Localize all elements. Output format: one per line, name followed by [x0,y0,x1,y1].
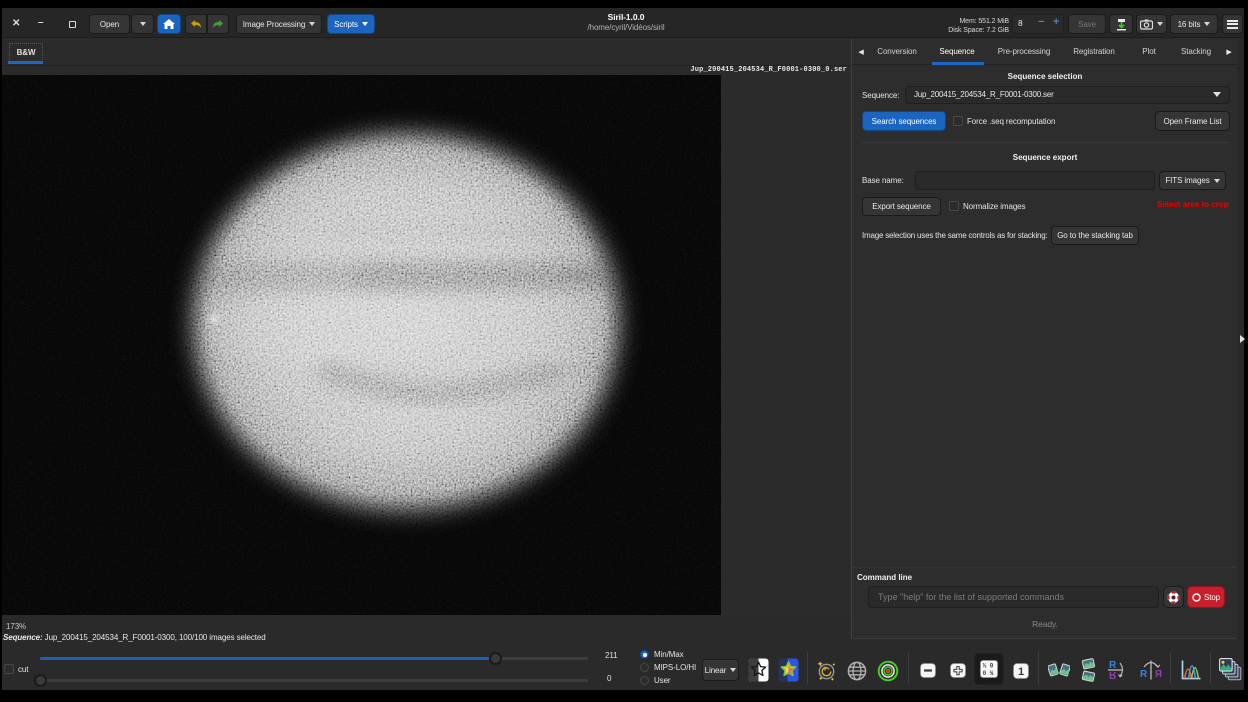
svg-text:½: ½ [983,663,987,670]
svg-text:1: 1 [1018,666,1024,678]
svg-text:¾: ¾ [990,670,994,677]
svg-text:9: 9 [990,663,994,670]
svg-text:R: R [1140,669,1148,680]
svg-text:R: R [1154,669,1162,680]
svg-text:R: R [1109,669,1117,680]
svg-text:0: 0 [983,670,987,677]
